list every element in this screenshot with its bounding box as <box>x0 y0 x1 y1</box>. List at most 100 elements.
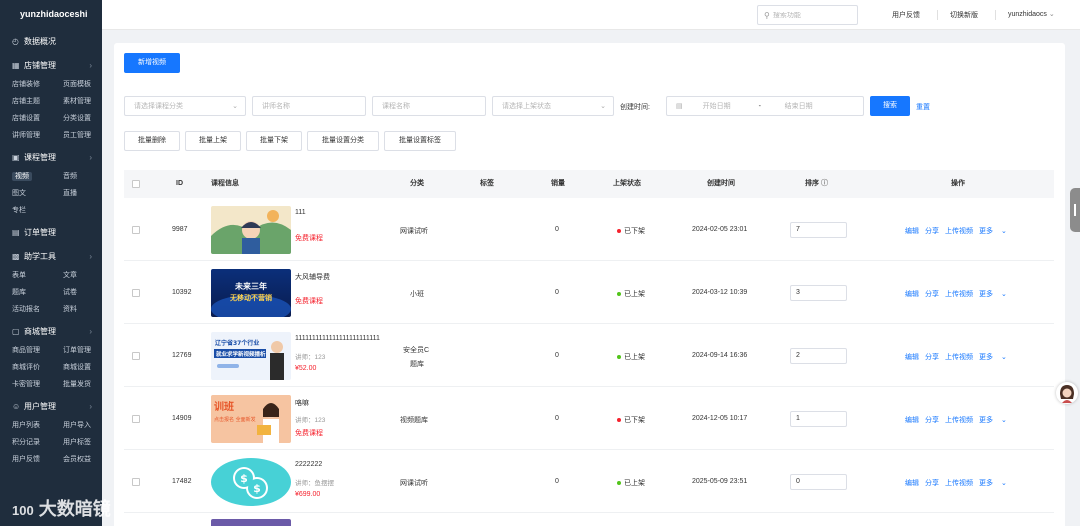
nav-item[interactable]: 资料 <box>63 301 114 318</box>
course-thumbnail[interactable]: $ $ <box>211 458 291 506</box>
row-sort-input[interactable]: 0 <box>790 473 847 490</box>
row-sort-input[interactable]: 7 <box>790 221 847 238</box>
upload-video-link[interactable]: 上传视频 <box>945 291 973 298</box>
reset-button[interactable]: 重置 <box>916 102 930 112</box>
edit-link[interactable]: 编辑 <box>905 480 919 487</box>
more-dropdown[interactable]: 更多 ⌄ <box>979 228 1013 235</box>
row-checkbox[interactable] <box>132 288 140 297</box>
nav-title[interactable]: ▤ 订单管理 <box>0 221 102 243</box>
batch-shelf-off-button[interactable]: 批量下架 <box>246 131 302 151</box>
course-thumbnail[interactable]: 未来三年 无移动不营销 <box>211 269 291 317</box>
upload-video-link[interactable]: 上传视频 <box>945 417 973 424</box>
nav-item[interactable]: 店铺设置 <box>12 110 63 127</box>
feedback-link[interactable]: 用户反馈 <box>892 10 920 20</box>
share-link[interactable]: 分享 <box>925 480 939 487</box>
add-video-button[interactable]: 新增视频 <box>124 53 180 73</box>
nav-item[interactable]: 表单 <box>12 267 63 284</box>
row-checkbox[interactable] <box>132 477 140 486</box>
category-select[interactable]: 请选择课程分类 ⌄ <box>124 96 246 116</box>
edit-link[interactable]: 编辑 <box>905 417 919 424</box>
edit-link[interactable]: 编辑 <box>905 291 919 298</box>
account-menu[interactable]: yunzhidaocs ⌄ <box>1008 10 1055 18</box>
side-panel-handle[interactable] <box>1070 188 1080 232</box>
select-all-checkbox[interactable] <box>132 180 140 188</box>
nav-title[interactable]: ☺ 用户管理 › <box>0 395 102 417</box>
row-checkbox[interactable] <box>132 351 140 360</box>
function-search[interactable]: ⚲ <box>757 5 858 25</box>
more-dropdown[interactable]: 更多 ⌄ <box>979 480 1013 487</box>
nav-item[interactable]: 订单管理 <box>63 342 114 359</box>
course-thumbnail[interactable]: 训班 点击报名 全面新发 <box>211 395 291 443</box>
nav-item[interactable]: 素材管理 <box>63 93 114 110</box>
row-sort-input[interactable]: 3 <box>790 284 847 301</box>
course-title[interactable]: 1111111111111111111111111 <box>295 335 380 342</box>
nav-item[interactable]: 用户列表 <box>12 417 63 434</box>
course-thumbnail[interactable]: 辽宁省37个行业 就业求学新视频播析 <box>211 332 291 380</box>
nav-title[interactable]: ▩ 助学工具 › <box>0 245 102 267</box>
nav-item[interactable]: 图文 <box>12 185 63 202</box>
nav-item[interactable]: 店铺主题 <box>12 93 63 110</box>
nav-item[interactable]: 专栏 <box>12 202 63 219</box>
course-title[interactable]: 2222222 <box>295 461 322 468</box>
nav-item[interactable]: 用户反馈 <box>12 451 63 468</box>
batch-delete-button[interactable]: 批量删除 <box>124 131 180 151</box>
row-checkbox[interactable] <box>132 225 140 234</box>
nav-item[interactable]: 文章 <box>63 267 114 284</box>
nav-item[interactable]: 音频 <box>63 168 114 185</box>
more-dropdown[interactable]: 更多 ⌄ <box>979 354 1013 361</box>
lecturer-input[interactable]: 讲师名称 <box>252 96 366 116</box>
nav-item[interactable]: 积分记录 <box>12 434 63 451</box>
batch-shelf-on-button[interactable]: 批量上架 <box>185 131 241 151</box>
course-thumbnail[interactable] <box>211 519 291 526</box>
nav-title[interactable]: ▦ 店铺管理 › <box>0 54 102 76</box>
nav-item[interactable]: 讲师管理 <box>12 127 63 144</box>
nav-item[interactable]: 商品管理 <box>12 342 63 359</box>
edit-link[interactable]: 编辑 <box>905 228 919 235</box>
share-link[interactable]: 分享 <box>925 291 939 298</box>
row-checkbox[interactable] <box>132 414 140 423</box>
course-title[interactable]: 咯嘛 <box>295 398 309 408</box>
nav-item[interactable]: 员工管理 <box>63 127 114 144</box>
nav-item[interactable]: 店铺装修 <box>12 76 63 93</box>
upload-video-link[interactable]: 上传视频 <box>945 228 973 235</box>
nav-item[interactable]: 商城设置 <box>63 359 114 376</box>
status-select[interactable]: 请选择上架状态 ⌄ <box>492 96 614 116</box>
nav-item[interactable]: 直播 <box>63 185 114 202</box>
search-button[interactable]: 搜索 <box>870 96 910 116</box>
function-search-input[interactable] <box>772 11 853 19</box>
nav-item[interactable]: 卡密管理 <box>12 376 63 393</box>
nav-item[interactable]: 题库 <box>12 284 63 301</box>
row-sort-input[interactable]: 1 <box>790 410 847 427</box>
nav-item[interactable]: 用户标签 <box>63 434 114 451</box>
nav-item[interactable]: 商城评价 <box>12 359 63 376</box>
nav-item[interactable]: 用户导入 <box>63 417 114 434</box>
nav-item[interactable]: 页面模板 <box>63 76 114 93</box>
batch-set-tag-button[interactable]: 批量设置标签 <box>384 131 456 151</box>
share-link[interactable]: 分享 <box>925 417 939 424</box>
more-dropdown[interactable]: 更多 ⌄ <box>979 417 1013 424</box>
nav-title[interactable]: ▢ 商城管理 › <box>0 320 102 342</box>
nav-item[interactable]: 视频 <box>12 168 63 185</box>
nav-item[interactable]: 分类设置 <box>63 110 114 127</box>
nav-item[interactable]: 活动报名 <box>12 301 63 318</box>
more-dropdown[interactable]: 更多 ⌄ <box>979 291 1013 298</box>
assistant-avatar[interactable] <box>1056 382 1078 404</box>
date-range-picker[interactable]: ▤ 开始日期 - 结束日期 <box>666 96 864 116</box>
nav-title[interactable]: ▣ 课程管理 › <box>0 146 102 168</box>
batch-set-category-button[interactable]: 批量设置分类 <box>307 131 379 151</box>
course-title[interactable]: 111 <box>295 209 306 216</box>
nav-item[interactable]: 试卷 <box>63 284 114 301</box>
nav-title[interactable]: ◴ 数据概况 <box>0 30 102 52</box>
course-thumbnail[interactable] <box>211 206 291 254</box>
course-name-input[interactable]: 课程名称 <box>372 96 486 116</box>
nav-item[interactable]: 会员权益 <box>63 451 114 468</box>
switch-new-version-link[interactable]: 切换新版 <box>950 10 978 20</box>
share-link[interactable]: 分享 <box>925 354 939 361</box>
edit-link[interactable]: 编辑 <box>905 354 919 361</box>
row-sort-input[interactable]: 2 <box>790 347 847 364</box>
share-link[interactable]: 分享 <box>925 228 939 235</box>
course-title[interactable]: 大风辅导费 <box>295 272 330 282</box>
nav-item[interactable]: 批量发货 <box>63 376 114 393</box>
upload-video-link[interactable]: 上传视频 <box>945 354 973 361</box>
upload-video-link[interactable]: 上传视频 <box>945 480 973 487</box>
